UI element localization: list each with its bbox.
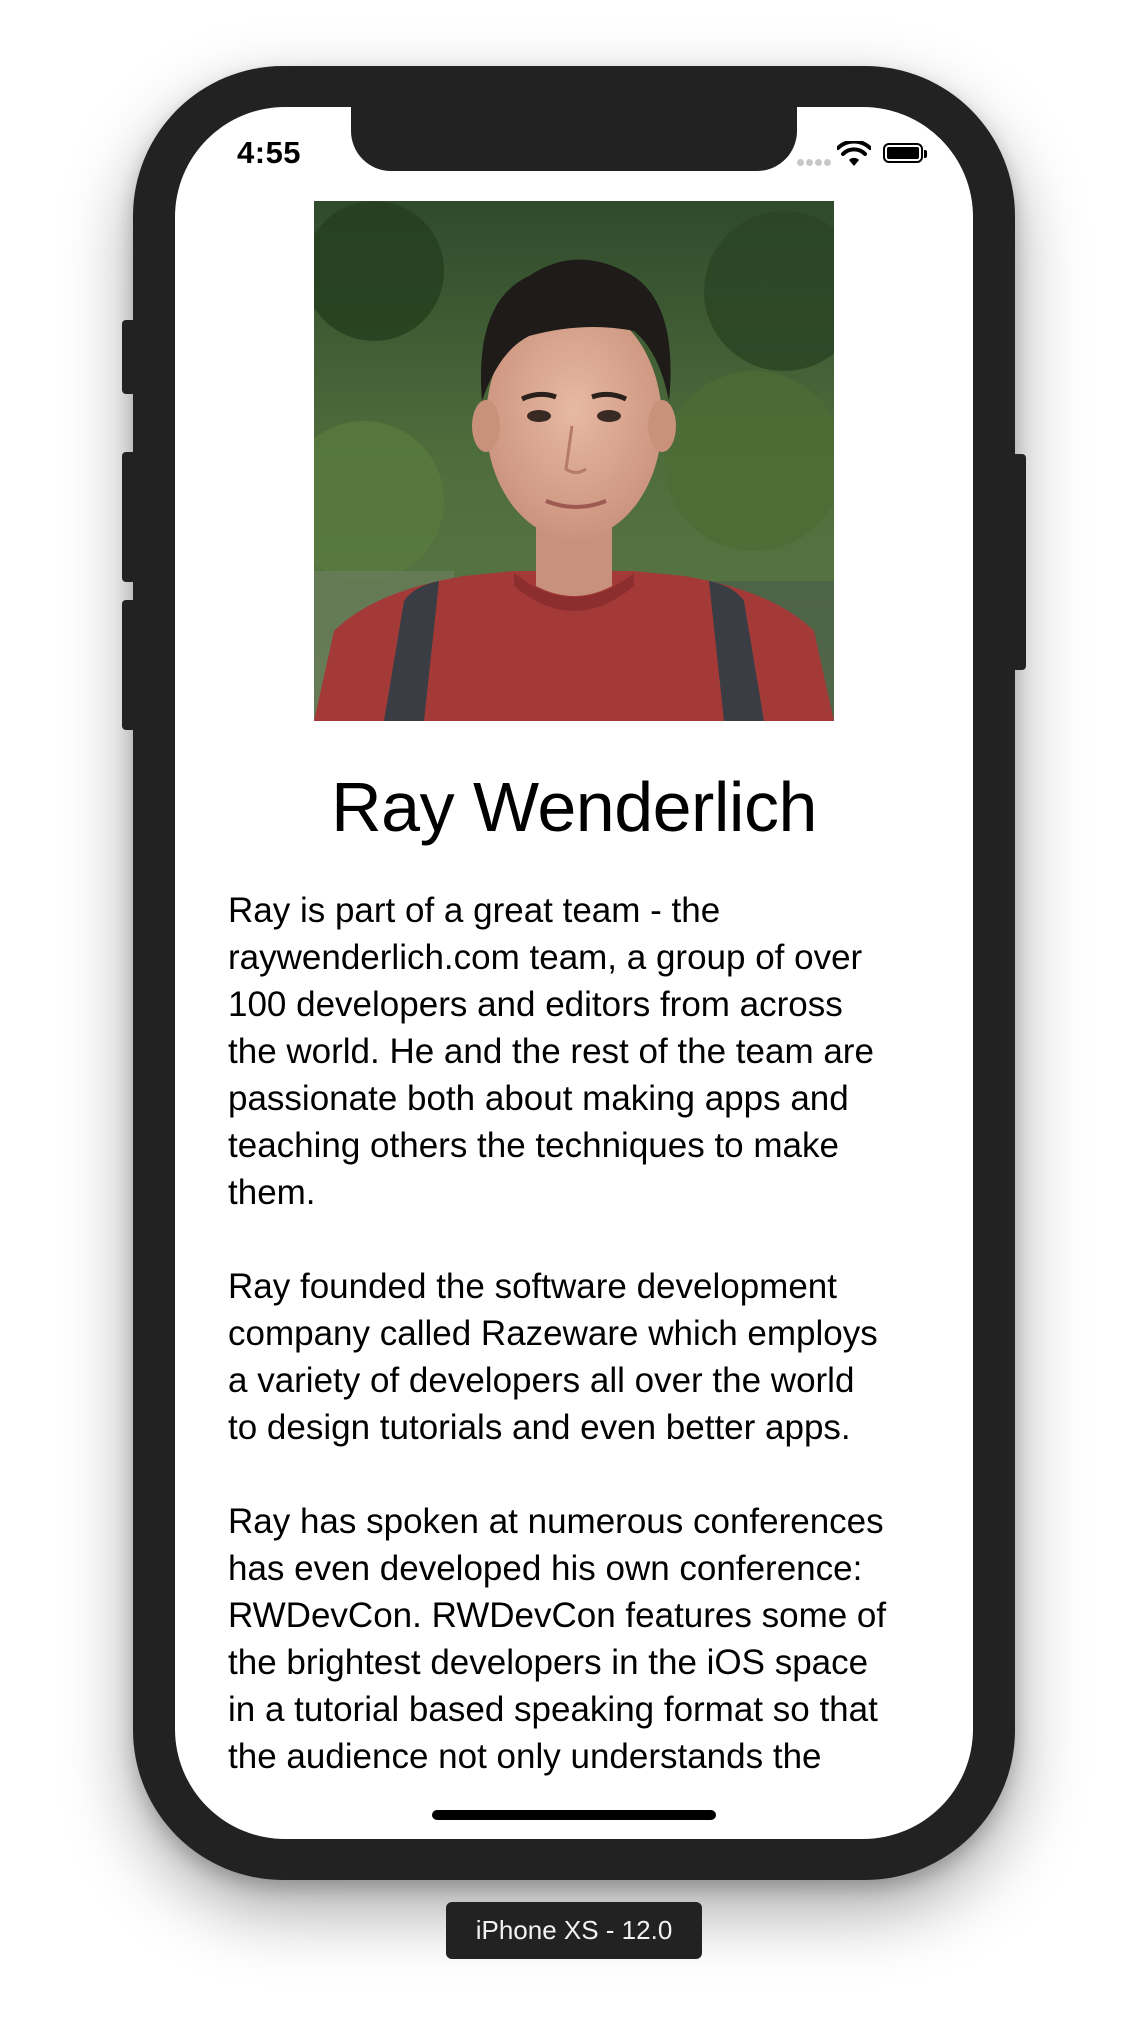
- home-indicator[interactable]: [432, 1810, 716, 1820]
- signal-dots-icon: [797, 153, 833, 171]
- bio-line: RWDevCon. RWDevCon features some of: [228, 1596, 887, 1635]
- bio-line: the audience not only understands the: [228, 1737, 822, 1776]
- bio-paragraph: Ray has spoken at numerous conferences h…: [228, 1498, 938, 1777]
- bio-line: passionate both about making apps and: [228, 1079, 849, 1118]
- mute-switch: [122, 320, 136, 394]
- bio-line: teaching others the techniques to make: [228, 1126, 839, 1165]
- bio-line: has even developed his own conference:: [228, 1549, 863, 1588]
- profile-photo: [314, 201, 834, 721]
- status-icons: [797, 141, 947, 167]
- bio-line: a variety of developers all over the wor…: [228, 1361, 855, 1400]
- profile-name: Ray Wenderlich: [331, 768, 817, 846]
- status-time: 4:55: [237, 135, 302, 170]
- battery-icon: [883, 143, 927, 163]
- simulator-device-label: iPhone XS - 12.0: [446, 1902, 702, 1959]
- bio-line: Ray is part of a great team - the: [228, 891, 721, 930]
- wifi-icon: [837, 141, 871, 166]
- notch: [351, 107, 797, 171]
- profile-photo-illustration: [314, 201, 834, 721]
- bio-paragraph: Ray is part of a great team - the raywen…: [228, 887, 938, 1216]
- bio-line: Ray has spoken at numerous conferences: [228, 1502, 884, 1541]
- bio-line: to design tutorials and even better apps…: [228, 1408, 851, 1447]
- bio-line: 100 developers and editors from across: [228, 985, 843, 1024]
- volume-down-button: [122, 600, 136, 730]
- bio-line: the world. He and the rest of the team a…: [228, 1032, 874, 1071]
- bio-paragraph: Ray founded the software development com…: [228, 1263, 938, 1451]
- bio-line: raywenderlich.com team, a group of over: [228, 938, 863, 977]
- volume-up-button: [122, 452, 136, 582]
- power-button: [1012, 454, 1026, 670]
- bio-line: them.: [228, 1173, 316, 1212]
- bio-line: Ray founded the software development: [228, 1267, 837, 1306]
- bio-line: in a tutorial based speaking format so t…: [228, 1690, 878, 1729]
- profile-bio[interactable]: Ray is part of a great team - the raywen…: [228, 887, 938, 1777]
- device-screen: 4:55 Ray Wenderlich Ray is part of a gre…: [175, 107, 973, 1839]
- bio-line: company called Razeware which employs: [228, 1314, 878, 1353]
- bio-line: the brightest developers in the iOS spac…: [228, 1643, 869, 1682]
